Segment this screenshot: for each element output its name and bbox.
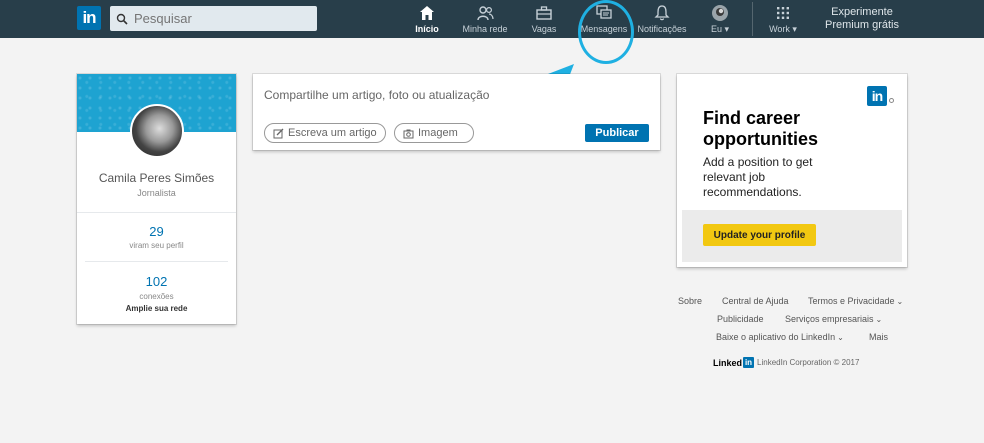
nav-jobs[interactable]: Vagas	[530, 4, 558, 36]
footer-copyright: Linked in LinkedIn Corporation © 2017	[713, 357, 859, 368]
profile-card: Camila Peres Simões Jornalista 29 viram …	[77, 74, 236, 324]
footer-help-link[interactable]: Central de Ajuda	[722, 296, 789, 306]
ad-text: Add a position to get relevant job recom…	[703, 155, 813, 199]
ad-title: Find career opportunities	[703, 108, 818, 149]
stats-divider	[85, 261, 228, 262]
bell-icon	[654, 5, 670, 21]
profile-divider	[77, 212, 236, 213]
profile-views-count[interactable]: 29	[77, 224, 236, 239]
share-input[interactable]: Compartilhe um artigo, foto ou atualizaç…	[264, 88, 489, 102]
nav-jobs-label: Vagas	[531, 24, 557, 34]
ad-info-icon[interactable]	[889, 98, 894, 103]
footer-brand: Linked	[713, 357, 743, 368]
career-ad-card: in Find career opportunities Add a posit…	[677, 74, 907, 267]
home-icon	[420, 6, 434, 20]
footer-privacy-link[interactable]: Termos e Privacidade ⌄	[808, 296, 903, 306]
footer-more-link[interactable]: Mais	[869, 332, 888, 342]
write-article-label: Escreva um artigo	[288, 127, 377, 139]
search-input[interactable]	[134, 11, 304, 26]
write-article-button[interactable]: Escreva um artigo	[264, 123, 386, 143]
footer-app-link[interactable]: Baixe o aplicativo do LinkedIn ⌄	[716, 332, 844, 342]
briefcase-icon	[536, 6, 552, 20]
ad-linkedin-logo: in	[867, 86, 887, 106]
nav-notifications-label: Notificações	[637, 24, 687, 34]
copyright-text: LinkedIn Corporation © 2017	[757, 358, 860, 367]
footer-business-label: Serviços empresariais	[785, 314, 874, 324]
messages-icon	[596, 5, 612, 19]
nav-notifications[interactable]: Notificações	[635, 4, 689, 36]
premium-line-2: Premium grátis	[825, 19, 899, 31]
ad-cta-area: Update your profile	[682, 210, 902, 262]
chevron-down-icon: ⌄	[875, 315, 883, 324]
footer-about-link[interactable]: Sobre	[678, 296, 702, 306]
connections-count[interactable]: 102	[77, 274, 236, 289]
top-nav-bar: in Início Minha rede Vagas Mensagens Not…	[0, 0, 984, 38]
footer-privacy-label: Termos e Privacidade	[808, 296, 895, 306]
share-box: Compartilhe um artigo, foto ou atualizaç…	[253, 74, 660, 150]
nav-messages[interactable]: Mensagens	[580, 4, 628, 36]
nav-home[interactable]: Início	[413, 4, 441, 36]
search-box[interactable]	[110, 6, 317, 31]
profile-views-label: viram seu perfil	[129, 241, 184, 250]
premium-trial-link[interactable]: Experimente Premium grátis	[816, 6, 908, 32]
nav-messages-label: Mensagens	[580, 24, 628, 34]
chevron-down-icon: ⌄	[896, 297, 904, 306]
camera-icon	[403, 129, 414, 138]
footer-advertising-link[interactable]: Publicidade	[717, 314, 764, 324]
chevron-down-icon: ⌄	[837, 333, 844, 342]
nav-me-label: Eu ▾	[710, 24, 730, 34]
profile-title: Jornalista	[137, 188, 176, 198]
pencil-icon	[273, 128, 284, 138]
network-icon	[477, 6, 494, 21]
grid-icon	[777, 7, 789, 19]
nav-work-label: Work ▾	[769, 24, 797, 34]
grow-network-link[interactable]: Amplie sua rede	[77, 304, 236, 313]
nav-work[interactable]: Work ▾	[766, 4, 800, 36]
search-icon	[116, 13, 128, 25]
footer-brand-in: in	[743, 357, 755, 368]
connections-label: conexões	[139, 292, 174, 301]
premium-line-1: Experimente	[831, 6, 893, 18]
nav-me[interactable]: Eu ▾	[708, 4, 732, 36]
nav-separator	[752, 2, 753, 36]
nav-network[interactable]: Minha rede	[460, 4, 510, 36]
nav-home-label: Início	[415, 24, 439, 34]
publish-button[interactable]: Publicar	[585, 124, 649, 142]
update-profile-button[interactable]: Update your profile	[703, 224, 816, 246]
image-button[interactable]: Imagem	[394, 123, 474, 143]
footer-business-link[interactable]: Serviços empresariais ⌄	[785, 314, 882, 324]
linkedin-logo[interactable]: in	[77, 6, 101, 30]
profile-name[interactable]: Camila Peres Simões	[77, 171, 236, 185]
nav-network-label: Minha rede	[462, 24, 508, 34]
avatar-icon	[712, 5, 728, 21]
profile-avatar[interactable]	[130, 104, 184, 158]
image-label: Imagem	[418, 127, 458, 139]
footer-app-label: Baixe o aplicativo do LinkedIn	[716, 332, 836, 342]
